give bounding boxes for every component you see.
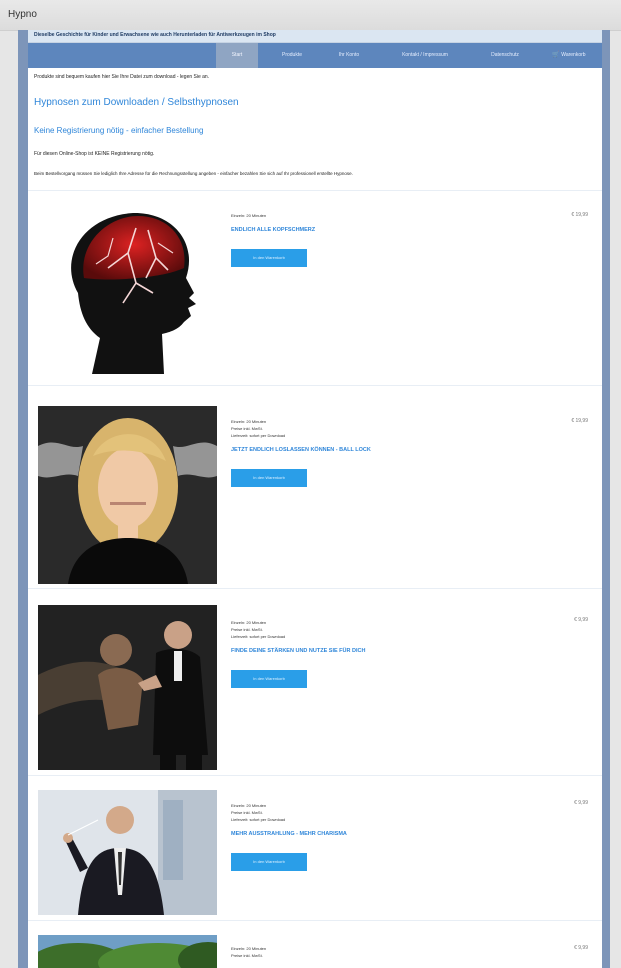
top-info-text: Dieselbe Geschichte für Kinder und Erwac… bbox=[34, 32, 276, 38]
product-title[interactable]: JETZT ENDLICH LOSLASSEN KÖNNEN - BALL LO… bbox=[231, 447, 371, 453]
product-meta: Preise inkl. MwSt. bbox=[231, 810, 263, 815]
product-meta: Preise inkl. MwSt. bbox=[231, 953, 263, 958]
product-price: € 19,99 bbox=[571, 212, 588, 218]
product-info: Einzeln: 20 Minuten Preise inkl. MwSt. bbox=[231, 945, 266, 959]
nav-item-produkte[interactable]: Produkte bbox=[268, 43, 316, 68]
top-info-strip: Dieselbe Geschichte für Kinder und Erwac… bbox=[28, 30, 602, 43]
product-card: Einzeln: 20 Minuten Preise inkl. MwSt. €… bbox=[28, 935, 602, 968]
intro-paragraph-2: Beim Bestellvorgang müssen Sie lediglich… bbox=[34, 171, 353, 176]
product-card: Einzeln: 20 Minuten Preise inkl. MwSt. L… bbox=[28, 605, 602, 773]
product-title[interactable]: MEHR AUSSTRAHLUNG - MEHR CHARISMA bbox=[231, 831, 347, 837]
product-meta: Lieferzeit: sofort per Download bbox=[231, 817, 286, 822]
product-meta: Preise inkl. MwSt. bbox=[231, 426, 263, 431]
product-meta: Preise inkl. MwSt. bbox=[231, 627, 263, 632]
product-image-headache[interactable] bbox=[38, 198, 217, 378]
page-heading: Hypnosen zum Downloaden / Selbsthypnosen bbox=[34, 97, 239, 108]
nav-item-cart[interactable]: 🛒 Warenkorb bbox=[540, 43, 598, 68]
product-meta: Einzeln: 20 Minuten bbox=[231, 620, 267, 625]
product-price: € 19,99 bbox=[571, 418, 588, 424]
product-price: € 9,99 bbox=[574, 945, 588, 951]
divider bbox=[28, 588, 602, 589]
intro-line: Produkte sind bequem kaufen hier Sie Ihr… bbox=[34, 74, 210, 80]
shop-page: Dieselbe Geschichte für Kinder und Erwac… bbox=[28, 30, 602, 968]
add-to-cart-button[interactable]: In den Warenkorb bbox=[231, 670, 307, 688]
add-to-cart-button[interactable]: In den Warenkorb bbox=[231, 249, 307, 267]
browser-viewport: Dieselbe Geschichte für Kinder und Erwac… bbox=[18, 30, 610, 968]
divider bbox=[28, 775, 602, 776]
product-info: Einzeln: 20 Minuten Preise inkl. MwSt. L… bbox=[231, 418, 371, 487]
divider bbox=[28, 385, 602, 386]
window-title: Hypno bbox=[8, 9, 37, 20]
intro-paragraph-1: Für diesen Online-Shop ist KEINE Registr… bbox=[34, 151, 155, 157]
nav-item-konto[interactable]: Ihr Konto bbox=[323, 43, 375, 68]
product-card: Einzeln: 20 Minuten ENDLICH ALLE KOPFSCH… bbox=[28, 198, 602, 384]
nav-item-datenschutz[interactable]: Datenschutz bbox=[476, 43, 534, 68]
divider bbox=[28, 920, 602, 921]
page-subheading: Keine Registrierung nötig - einfacher Be… bbox=[34, 126, 204, 135]
product-card: Einzeln: 20 Minuten Preise inkl. MwSt. L… bbox=[28, 790, 602, 920]
product-info: Einzeln: 20 Minuten Preise inkl. MwSt. L… bbox=[231, 619, 365, 688]
divider bbox=[28, 190, 602, 191]
product-image-woman[interactable] bbox=[38, 406, 217, 584]
product-meta: Einzeln: 20 Minuten bbox=[231, 946, 267, 951]
product-price: € 9,99 bbox=[574, 800, 588, 806]
product-meta: Einzeln: 20 Minuten bbox=[231, 803, 267, 808]
product-title[interactable]: ENDLICH ALLE KOPFSCHMERZ bbox=[231, 227, 315, 233]
product-image-fighter[interactable] bbox=[38, 605, 217, 770]
product-meta: Einzeln: 20 Minuten bbox=[231, 419, 267, 424]
nav-item-kontakt[interactable]: Kontakt / Impressum bbox=[385, 43, 465, 68]
cart-icon: 🛒 bbox=[552, 52, 560, 58]
product-image-conductor[interactable] bbox=[38, 790, 217, 915]
product-info: Einzeln: 20 Minuten Preise inkl. MwSt. L… bbox=[231, 802, 347, 871]
product-price: € 9,99 bbox=[574, 617, 588, 623]
product-meta: Lieferzeit: sofort per Download bbox=[231, 634, 286, 639]
add-to-cart-button[interactable]: In den Warenkorb bbox=[231, 853, 307, 871]
product-meta: Einzeln: 20 Minuten bbox=[231, 213, 267, 218]
main-navigation: Start Produkte Ihr Konto Kontakt / Impre… bbox=[28, 43, 602, 68]
product-title[interactable]: FINDE DEINE STÄRKEN UND NUTZE SIE FÜR DI… bbox=[231, 648, 365, 654]
product-image-nature[interactable] bbox=[38, 935, 217, 968]
window-titlebar: Hypno bbox=[0, 0, 621, 31]
nav-item-start[interactable]: Start bbox=[216, 43, 258, 68]
product-meta: Lieferzeit: sofort per Download bbox=[231, 433, 286, 438]
add-to-cart-button[interactable]: In den Warenkorb bbox=[231, 469, 307, 487]
product-card: Einzeln: 20 Minuten Preise inkl. MwSt. L… bbox=[28, 402, 602, 587]
product-info: Einzeln: 20 Minuten ENDLICH ALLE KOPFSCH… bbox=[231, 212, 315, 267]
